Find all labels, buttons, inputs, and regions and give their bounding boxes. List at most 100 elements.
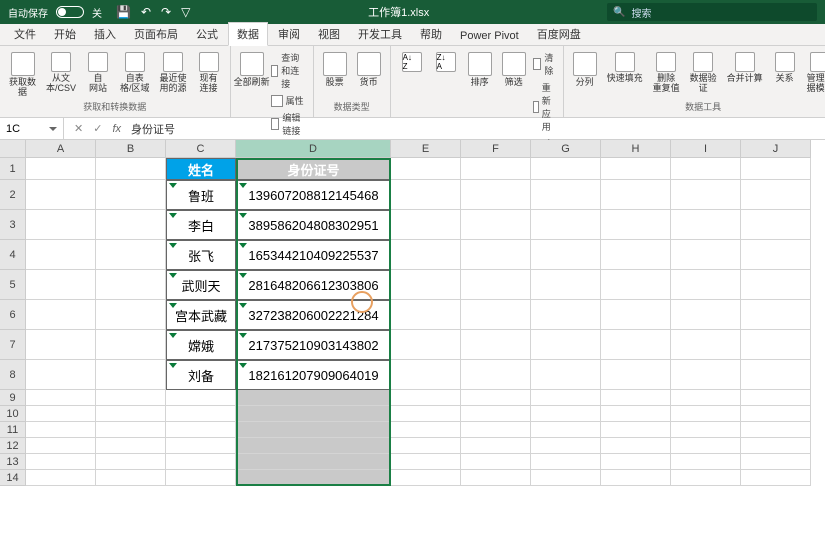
cell-D10[interactable]	[236, 406, 391, 422]
sort-az-button[interactable]: A↓Z	[397, 50, 427, 74]
col-header-B[interactable]: B	[96, 140, 166, 158]
cell-G7[interactable]	[531, 330, 601, 360]
tab-帮助[interactable]: 帮助	[412, 23, 450, 45]
cell-E11[interactable]	[391, 422, 461, 438]
col-header-H[interactable]: H	[601, 140, 671, 158]
cell-B8[interactable]	[96, 360, 166, 390]
cell-E10[interactable]	[391, 406, 461, 422]
cell-B11[interactable]	[96, 422, 166, 438]
cell-D12[interactable]	[236, 438, 391, 454]
cell-C8[interactable]: 刘备	[166, 360, 236, 390]
cell-D9[interactable]	[236, 390, 391, 406]
tab-开始[interactable]: 开始	[46, 23, 84, 45]
cell-E9[interactable]	[391, 390, 461, 406]
cell-I2[interactable]	[671, 180, 741, 210]
relations-button[interactable]: 关系	[770, 50, 800, 86]
data-model-button[interactable]: 管理数 据模型	[804, 50, 825, 96]
undo-icon[interactable]: ↶	[141, 5, 151, 19]
cell-H9[interactable]	[601, 390, 671, 406]
cell-D7[interactable]: 217375210903143802	[236, 330, 391, 360]
cell-C6[interactable]: 宫本武藏	[166, 300, 236, 330]
name-box[interactable]: 1C	[0, 118, 64, 139]
cell-I7[interactable]	[671, 330, 741, 360]
cell-J1[interactable]	[741, 158, 811, 180]
cell-A9[interactable]	[26, 390, 96, 406]
cell-J9[interactable]	[741, 390, 811, 406]
cell-A3[interactable]	[26, 210, 96, 240]
cell-F10[interactable]	[461, 406, 531, 422]
existing-conn-button[interactable]: 现有 连接	[194, 50, 224, 96]
cell-J14[interactable]	[741, 470, 811, 486]
cell-C7[interactable]: 嫦娥	[166, 330, 236, 360]
search-box[interactable]: 🔍 搜索	[607, 3, 817, 21]
cell-I1[interactable]	[671, 158, 741, 180]
cell-H4[interactable]	[601, 240, 671, 270]
fx-icon[interactable]: fx	[112, 123, 121, 135]
cell-B10[interactable]	[96, 406, 166, 422]
cell-E7[interactable]	[391, 330, 461, 360]
cell-I13[interactable]	[671, 454, 741, 470]
cell-F5[interactable]	[461, 270, 531, 300]
cell-G14[interactable]	[531, 470, 601, 486]
confirm-icon[interactable]: ✓	[93, 122, 102, 135]
cell-E1[interactable]	[391, 158, 461, 180]
cell-A1[interactable]	[26, 158, 96, 180]
col-header-A[interactable]: A	[26, 140, 96, 158]
redo-icon[interactable]: ↷	[161, 5, 171, 19]
col-header-I[interactable]: I	[671, 140, 741, 158]
text-to-columns-button[interactable]: 分列	[570, 50, 600, 90]
row-header-4[interactable]: 4	[0, 240, 26, 270]
edit-links[interactable]: 编辑链接	[271, 110, 307, 138]
cell-H6[interactable]	[601, 300, 671, 330]
cell-H8[interactable]	[601, 360, 671, 390]
cell-H12[interactable]	[601, 438, 671, 454]
cell-A2[interactable]	[26, 180, 96, 210]
cell-G9[interactable]	[531, 390, 601, 406]
recent-sources-button[interactable]: 最近使 用的源	[157, 50, 190, 96]
cell-A7[interactable]	[26, 330, 96, 360]
cell-I4[interactable]	[671, 240, 741, 270]
refresh-all-button[interactable]: 全部刷新	[237, 50, 267, 90]
cell-F3[interactable]	[461, 210, 531, 240]
cell-G3[interactable]	[531, 210, 601, 240]
cell-B9[interactable]	[96, 390, 166, 406]
cell-J7[interactable]	[741, 330, 811, 360]
cell-E6[interactable]	[391, 300, 461, 330]
cell-H3[interactable]	[601, 210, 671, 240]
cell-A4[interactable]	[26, 240, 96, 270]
cell-D8[interactable]: 182161207909064019	[236, 360, 391, 390]
tab-页面布局[interactable]: 页面布局	[126, 23, 186, 45]
cell-I5[interactable]	[671, 270, 741, 300]
cell-A12[interactable]	[26, 438, 96, 454]
col-header-F[interactable]: F	[461, 140, 531, 158]
cell-B3[interactable]	[96, 210, 166, 240]
cell-E3[interactable]	[391, 210, 461, 240]
currency-button[interactable]: 货币	[354, 50, 384, 90]
from-table-button[interactable]: 自表 格/区域	[117, 50, 153, 96]
cell-B4[interactable]	[96, 240, 166, 270]
cell-G8[interactable]	[531, 360, 601, 390]
cell-F8[interactable]	[461, 360, 531, 390]
cell-G13[interactable]	[531, 454, 601, 470]
cell-E12[interactable]	[391, 438, 461, 454]
cell-E2[interactable]	[391, 180, 461, 210]
cell-C5[interactable]: 武则天	[166, 270, 236, 300]
row-header-5[interactable]: 5	[0, 270, 26, 300]
flash-fill-button[interactable]: 快速填充	[604, 50, 646, 86]
cell-G12[interactable]	[531, 438, 601, 454]
cell-G4[interactable]	[531, 240, 601, 270]
cell-D13[interactable]	[236, 454, 391, 470]
cell-F11[interactable]	[461, 422, 531, 438]
save-icon[interactable]: 💾	[116, 5, 131, 19]
cell-J6[interactable]	[741, 300, 811, 330]
row-header-2[interactable]: 2	[0, 180, 26, 210]
row-header-12[interactable]: 12	[0, 438, 26, 454]
stocks-button[interactable]: 股票	[320, 50, 350, 90]
tab-视图[interactable]: 视图	[310, 23, 348, 45]
cell-J3[interactable]	[741, 210, 811, 240]
cell-J13[interactable]	[741, 454, 811, 470]
cell-A11[interactable]	[26, 422, 96, 438]
cell-H7[interactable]	[601, 330, 671, 360]
cell-C1[interactable]: 姓名	[166, 158, 236, 180]
row-header-11[interactable]: 11	[0, 422, 26, 438]
